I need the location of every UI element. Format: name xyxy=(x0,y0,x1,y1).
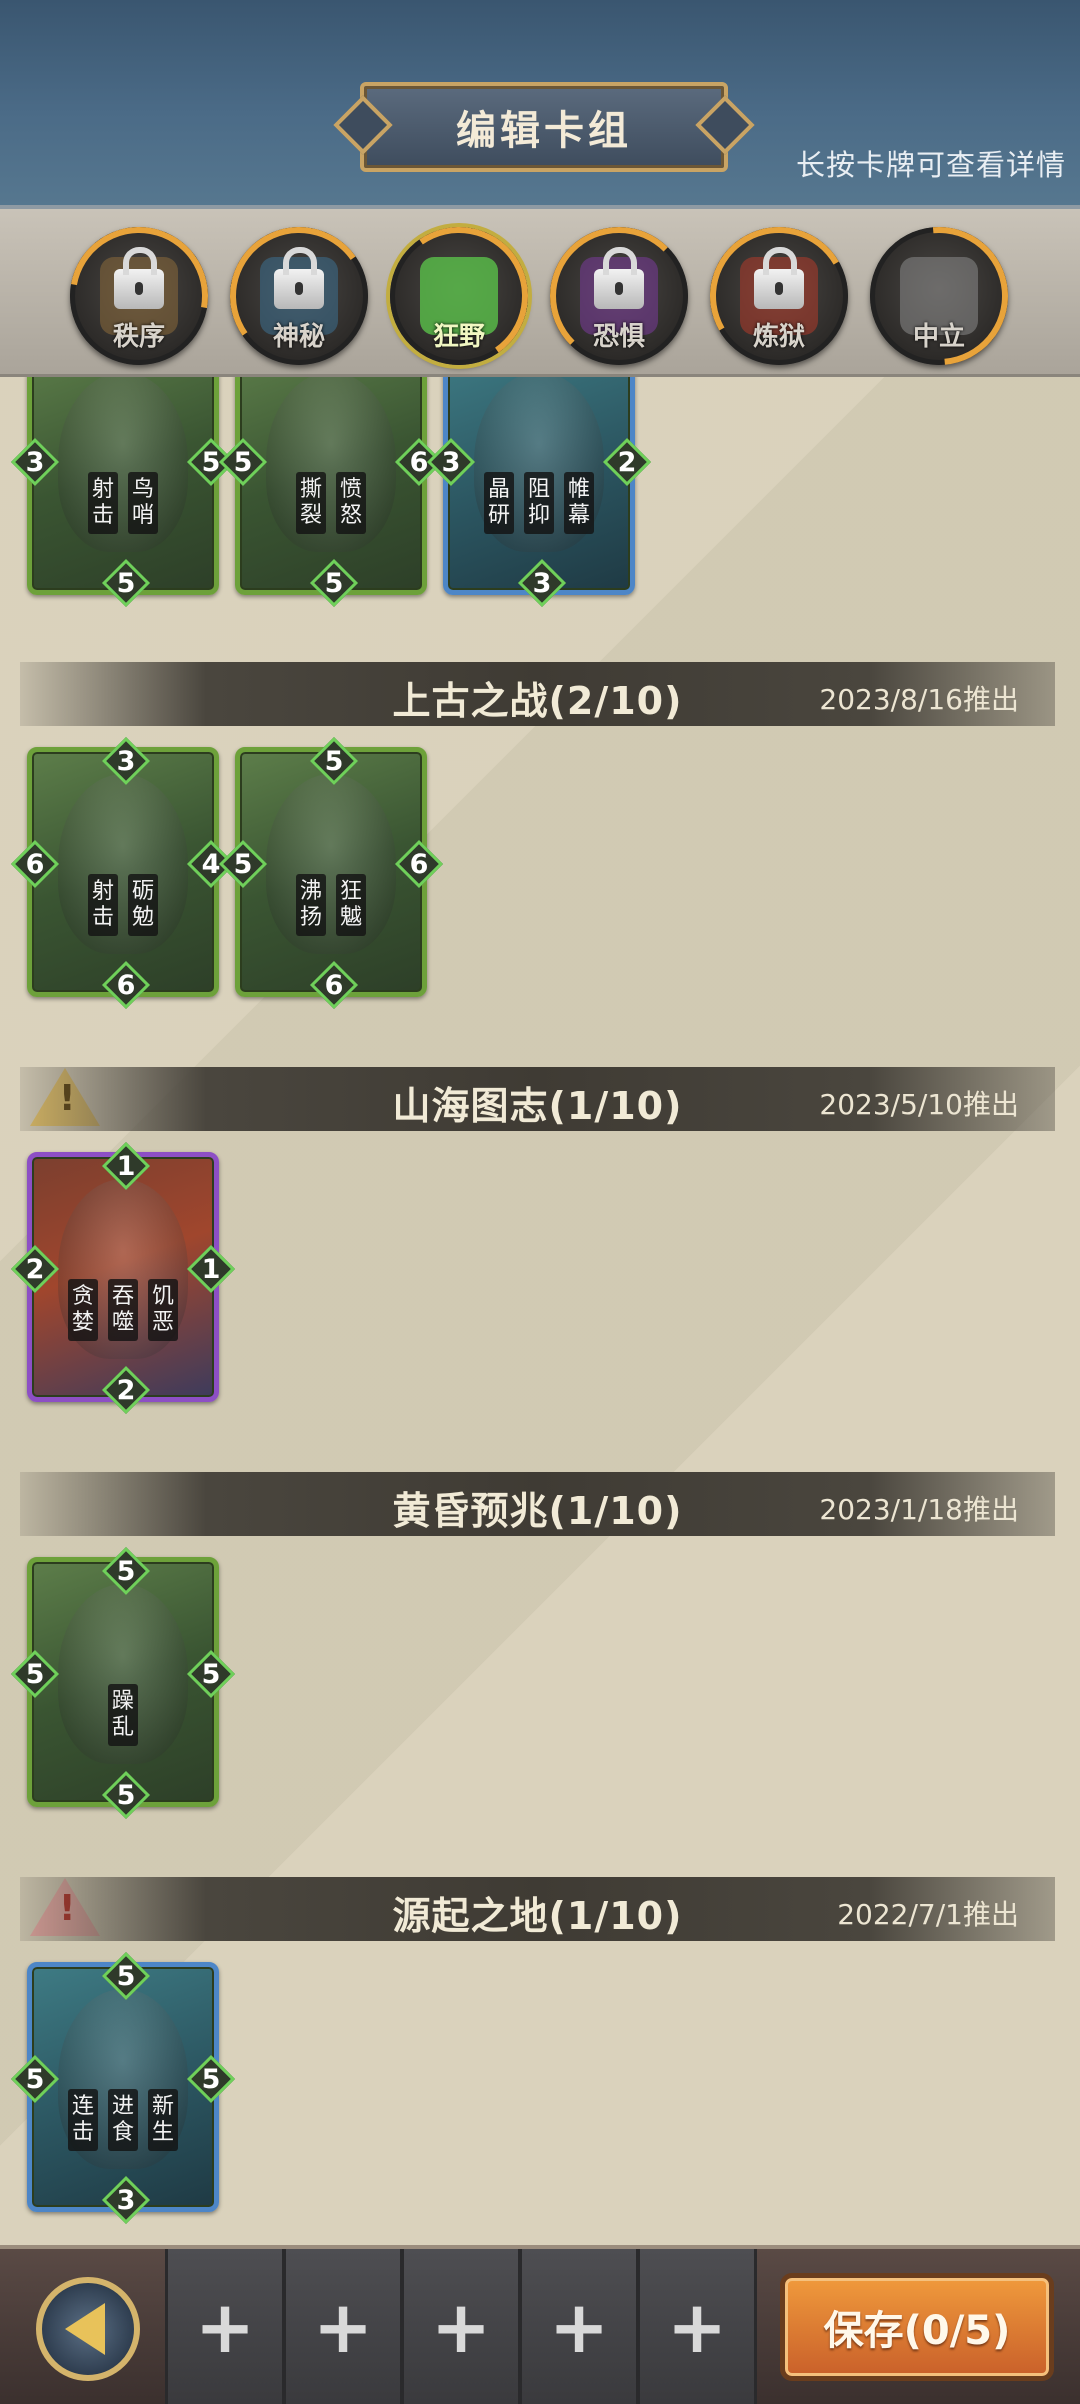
section-date: 2023/1/18推出 xyxy=(819,1493,1019,1526)
title-plate: 编辑卡组 xyxy=(360,82,728,172)
deck-slot[interactable]: + xyxy=(165,2249,285,2404)
skill-label: 鸟哨 xyxy=(128,472,158,534)
faction-label: 狂野 xyxy=(432,322,485,352)
skill-label: 帷幕 xyxy=(564,472,594,534)
lock-icon xyxy=(754,247,804,309)
deck-slot[interactable]: + xyxy=(401,2249,521,2404)
skill-label: 沸扬 xyxy=(296,874,326,936)
faction-bar: 秩序 神秘 狂野 恐惧 炼狱 中立 xyxy=(0,198,1080,394)
skill-label: 进食 xyxy=(108,2089,138,2151)
top-header: 编辑卡组 长按卡牌可查看详情 xyxy=(0,0,1080,209)
deck-bar: + + + + + 保存(0/5) xyxy=(0,2245,1080,2404)
faction-label: 神秘 xyxy=(272,322,325,352)
skill-label: 新生 xyxy=(148,2089,178,2151)
stat-bottom: 5 xyxy=(101,1770,151,1820)
faction-label: 炼狱 xyxy=(752,322,805,352)
skill-label: 阻抑 xyxy=(524,472,554,534)
lock-icon xyxy=(274,247,324,309)
skill-label: 砺勉 xyxy=(128,874,158,936)
section-header: 黄昏预兆(1/10) 2023/1/18推出 xyxy=(20,1472,1055,1536)
deck-slot[interactable]: + xyxy=(637,2249,757,2404)
faction-tab-fear[interactable]: 恐惧 xyxy=(550,227,688,365)
card[interactable]: 5 5 6 6 沸扬 狂魆 xyxy=(218,736,444,1010)
stat-bottom: 2 xyxy=(101,1365,151,1415)
skill-label: 连击 xyxy=(68,2089,98,2151)
skill-label: 贪婪 xyxy=(68,1279,98,1341)
card[interactable]: 5 6 5 撕裂 愤怒 xyxy=(218,377,444,608)
section-header: 上古之战(2/10) 2023/8/16推出 xyxy=(20,662,1055,726)
stat-bottom: 5 xyxy=(101,558,151,608)
card[interactable]: 1 2 1 2 贪婪 吞噬 饥恶 xyxy=(10,1141,236,1415)
deck-slot[interactable]: + xyxy=(283,2249,403,2404)
card[interactable]: 3 6 4 6 射击 砺勉 xyxy=(10,736,236,1010)
stat-bottom: 5 xyxy=(309,558,359,608)
skill-label: 射击 xyxy=(88,874,118,936)
long-press-hint: 长按卡牌可查看详情 xyxy=(795,148,1066,182)
section-date: 2022/7/1推出 xyxy=(837,1898,1019,1931)
stat-bottom: 6 xyxy=(101,960,151,1010)
faction-label: 秩序 xyxy=(112,322,165,352)
card-list[interactable]: 3 5 5 射击 鸟哨 5 6 5 撕裂 愤怒 3 2 3 晶研 阻抑 帷幕 上… xyxy=(0,377,1080,2245)
stat-bottom: 3 xyxy=(517,558,567,608)
stat-bottom: 3 xyxy=(101,2175,151,2225)
lock-icon xyxy=(114,247,164,309)
faction-label: 中立 xyxy=(912,322,965,352)
skill-label: 狂魆 xyxy=(336,874,366,936)
skill-label: 撕裂 xyxy=(296,472,326,534)
card[interactable]: 3 5 5 射击 鸟哨 xyxy=(10,377,236,608)
card[interactable]: 5 5 5 3 连击 进食 新生 xyxy=(10,1951,236,2225)
deck-slot[interactable]: + xyxy=(519,2249,639,2404)
faction-label: 恐惧 xyxy=(592,322,645,352)
skill-label: 愤怒 xyxy=(336,472,366,534)
faction-tab-mystic[interactable]: 神秘 xyxy=(219,216,379,376)
card[interactable]: 3 2 3 晶研 阻抑 帷幕 xyxy=(426,377,652,608)
page-title: 编辑卡组 xyxy=(456,108,632,154)
section-date: 2023/5/10推出 xyxy=(819,1088,1019,1121)
skill-label: 吞噬 xyxy=(108,1279,138,1341)
card[interactable]: 5 5 5 5 躁乱 xyxy=(10,1546,236,1820)
faction-tab-inferno[interactable]: 炼狱 xyxy=(694,211,864,381)
lock-icon xyxy=(594,247,644,309)
save-button[interactable]: 保存(0/5) xyxy=(780,2273,1054,2381)
skill-label: 饥恶 xyxy=(148,1279,178,1341)
section-date: 2023/8/16推出 xyxy=(819,683,1019,716)
back-arrow-icon xyxy=(65,2303,105,2355)
section-header: 源起之地(1/10) 2022/7/1推出 xyxy=(20,1877,1055,1941)
skill-label: 射击 xyxy=(88,472,118,534)
stat-bottom: 6 xyxy=(309,960,359,1010)
back-button[interactable] xyxy=(36,2277,140,2381)
skill-label: 晶研 xyxy=(484,472,514,534)
faction-tab-neutral[interactable]: 中立 xyxy=(841,198,1037,394)
section-header: 山海图志(1/10) 2023/5/10推出 xyxy=(20,1067,1055,1131)
skill-label: 躁乱 xyxy=(108,1684,138,1746)
faction-tab-order[interactable]: 秩序 xyxy=(42,199,236,393)
faction-tab-wild[interactable]: 狂野 xyxy=(379,216,539,376)
